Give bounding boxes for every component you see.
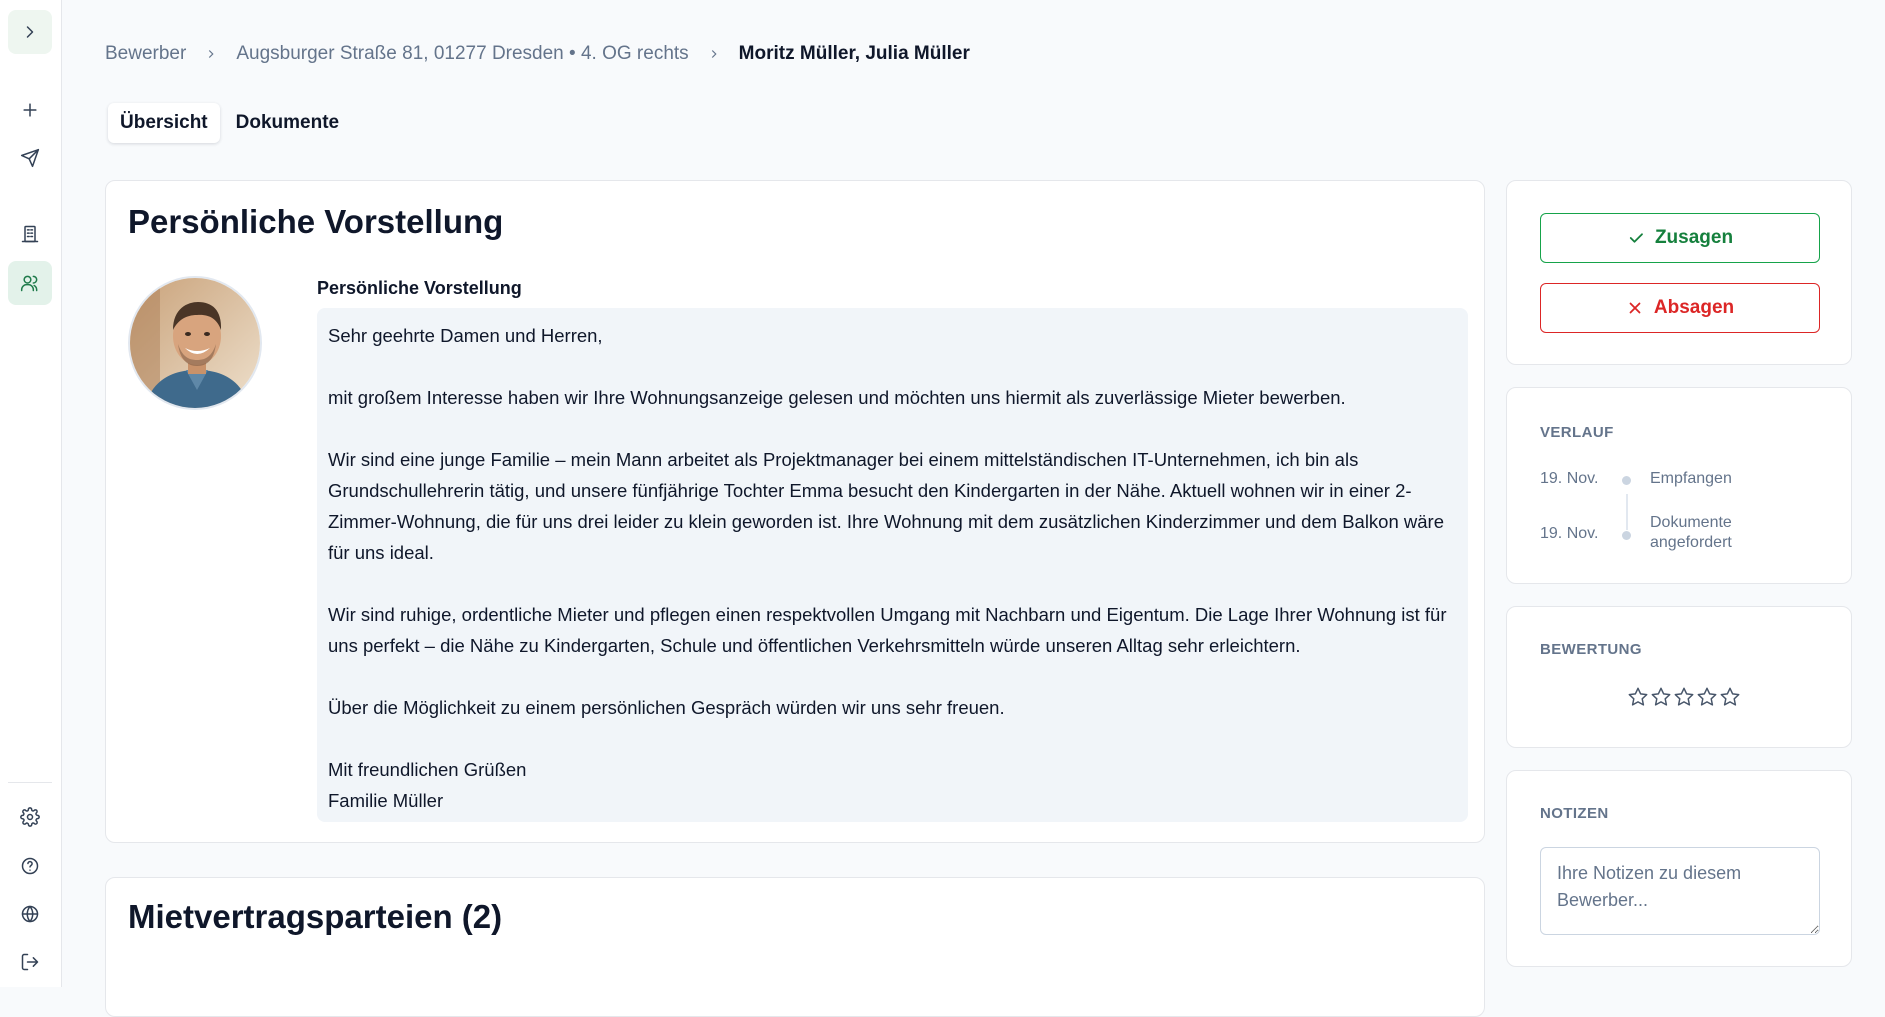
intro-field-label: Persönliche Vorstellung	[317, 278, 522, 299]
star-icon[interactable]	[1673, 686, 1695, 708]
intro-card: Persönliche Vorstellung Persönliche Vors…	[105, 180, 1485, 843]
timeline-dot	[1622, 476, 1631, 485]
rating-card: BEWERTUNG	[1506, 606, 1852, 748]
history-event: Dokumente angefordert	[1650, 513, 1770, 553]
parties-card: Mietvertragsparteien (2)	[105, 877, 1485, 1017]
timeline-line	[1626, 494, 1628, 530]
actions-card: Zusagen Absagen	[1506, 180, 1852, 365]
intro-text-box: Sehr geehrte Damen und Herren, mit große…	[317, 308, 1468, 822]
chevron-right-icon	[707, 47, 721, 61]
history-card: VERLAUF 19. Nov. Empfangen 19. Nov. Doku…	[1506, 387, 1852, 584]
breadcrumb: Bewerber Augsburger Straße 81, 01277 Dre…	[105, 40, 970, 68]
star-icon[interactable]	[1627, 686, 1649, 708]
intro-paragraph: Über die Möglichkeit zu einem persönlich…	[328, 692, 1457, 723]
star-icon[interactable]	[1719, 686, 1741, 708]
intro-paragraph: Wir sind ruhige, ordentliche Mieter und …	[328, 599, 1457, 661]
globe-icon	[20, 904, 40, 924]
history-title: VERLAUF	[1540, 424, 1614, 441]
send-icon	[20, 148, 40, 168]
accept-button[interactable]: Zusagen	[1540, 213, 1820, 263]
star-rating	[1627, 686, 1741, 708]
accept-label: Zusagen	[1655, 227, 1733, 249]
breadcrumb-property[interactable]: Augsburger Straße 81, 01277 Dresden • 4.…	[236, 43, 688, 65]
intro-signature: Familie Müller	[328, 790, 443, 811]
check-icon	[1627, 229, 1645, 247]
sidebar	[0, 0, 62, 987]
sidebar-item-logout[interactable]	[8, 940, 52, 984]
rating-title: BEWERTUNG	[1540, 641, 1642, 658]
star-icon[interactable]	[1696, 686, 1718, 708]
reject-button[interactable]: Absagen	[1540, 283, 1820, 333]
star-icon[interactable]	[1650, 686, 1672, 708]
sidebar-item-settings[interactable]	[8, 795, 52, 839]
sidebar-item-new[interactable]	[8, 88, 52, 132]
sidebar-item-applicants[interactable]	[8, 261, 52, 305]
tab-bar: Übersicht Dokumente	[108, 103, 351, 143]
users-icon	[20, 273, 40, 293]
tab-overview[interactable]: Übersicht	[108, 103, 220, 143]
intro-closing: Mit freundlichen Grüßen Familie Müller	[328, 754, 1457, 816]
plus-icon	[20, 100, 40, 120]
settings-icon	[20, 807, 40, 827]
sidebar-item-send[interactable]	[8, 136, 52, 180]
reject-label: Absagen	[1654, 297, 1734, 319]
help-icon	[20, 856, 40, 876]
intro-greeting: Mit freundlichen Grüßen	[328, 759, 526, 780]
close-icon	[1626, 299, 1644, 317]
history-date: 19. Nov.	[1540, 525, 1598, 543]
sidebar-item-help[interactable]	[8, 844, 52, 888]
breadcrumb-current: Moritz Müller, Julia Müller	[739, 43, 970, 65]
chevron-right-icon	[204, 47, 218, 61]
sidebar-item-language[interactable]	[8, 892, 52, 936]
intro-paragraph: mit großem Interesse haben wir Ihre Wohn…	[328, 382, 1457, 413]
breadcrumb-applicants[interactable]: Bewerber	[105, 43, 186, 65]
intro-card-title: Persönliche Vorstellung	[128, 203, 503, 241]
avatar	[128, 276, 262, 410]
notes-textarea[interactable]	[1540, 847, 1820, 935]
building-icon	[20, 224, 40, 244]
chevron-right-icon	[20, 22, 40, 42]
sidebar-toggle-button[interactable]	[8, 10, 52, 54]
sidebar-item-properties[interactable]	[8, 212, 52, 256]
notes-card: NOTIZEN	[1506, 770, 1852, 967]
history-date: 19. Nov.	[1540, 470, 1598, 488]
history-event: Empfangen	[1650, 469, 1770, 489]
timeline-dot	[1622, 531, 1631, 540]
notes-title: NOTIZEN	[1540, 805, 1609, 822]
intro-paragraph: Sehr geehrte Damen und Herren,	[328, 320, 1457, 351]
tab-documents[interactable]: Dokumente	[224, 103, 351, 143]
parties-title: Mietvertragsparteien (2)	[128, 898, 502, 936]
sidebar-divider	[8, 782, 52, 783]
intro-paragraph: Wir sind eine junge Familie – mein Mann …	[328, 444, 1457, 568]
logout-icon	[20, 952, 40, 972]
